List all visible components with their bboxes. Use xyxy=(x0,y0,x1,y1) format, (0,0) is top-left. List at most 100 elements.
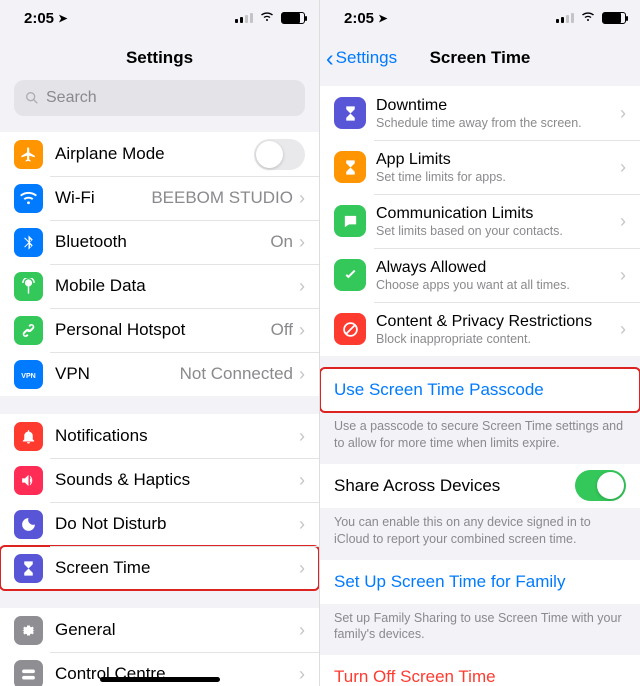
hourglass-icon xyxy=(14,554,43,583)
row-detail: On xyxy=(270,232,293,252)
row-sublabel: Block inappropriate content. xyxy=(376,332,620,346)
chevron-right-icon: › xyxy=(299,514,305,535)
screentime-row-communication-limits[interactable]: Communication LimitsSet limits based on … xyxy=(320,194,640,248)
passcode-footer: Use a passcode to secure Screen Time set… xyxy=(320,412,640,452)
row-label: Airplane Mode xyxy=(55,144,165,164)
settings-row-wi-fi[interactable]: Wi-Fi BEEBOM STUDIO › xyxy=(0,176,319,220)
chevron-right-icon: › xyxy=(620,103,626,124)
home-indicator[interactable] xyxy=(100,677,220,682)
share-devices-row: Share Across Devices xyxy=(320,464,640,508)
row-label: Downtime xyxy=(376,97,620,115)
navbar: ‹ Settings Screen Time xyxy=(320,36,640,80)
chevron-right-icon: › xyxy=(299,620,305,641)
chevron-right-icon: › xyxy=(299,558,305,579)
row-label: App Limits xyxy=(376,151,620,169)
chevron-right-icon: › xyxy=(299,364,305,385)
share-footer: You can enable this on any device signed… xyxy=(320,508,640,548)
chevron-right-icon: › xyxy=(620,211,626,232)
settings-screen: 2:05 ➤ Settings Search Airplane Mode Wi-F… xyxy=(0,0,320,686)
switches-icon xyxy=(14,660,43,686)
chevron-right-icon: › xyxy=(299,470,305,491)
wifi-icon xyxy=(259,11,275,26)
chevron-left-icon: ‹ xyxy=(326,47,334,70)
nosign-icon xyxy=(334,313,366,345)
search-input[interactable]: Search xyxy=(14,80,305,116)
screentime-row-downtime[interactable]: DowntimeSchedule time away from the scre… xyxy=(320,86,640,140)
status-bar: 2:05 ➤ xyxy=(0,0,319,36)
bluetooth-icon xyxy=(14,228,43,257)
row-label: Wi-Fi xyxy=(55,188,95,208)
row-sublabel: Set limits based on your contacts. xyxy=(376,224,620,238)
use-passcode-row[interactable]: Use Screen Time Passcode xyxy=(320,368,640,412)
location-icon: ➤ xyxy=(378,13,387,25)
settings-row-general[interactable]: General› xyxy=(0,608,319,652)
row-label: Content & Privacy Restrictions xyxy=(376,313,620,331)
chevron-right-icon: › xyxy=(299,320,305,341)
settings-row-bluetooth[interactable]: BluetoothOn› xyxy=(0,220,319,264)
back-button[interactable]: ‹ Settings xyxy=(326,47,397,70)
page-title: Screen Time xyxy=(430,48,531,68)
family-footer: Set up Family Sharing to use Screen Time… xyxy=(320,604,640,644)
antenna-icon xyxy=(14,272,43,301)
row-label: Communication Limits xyxy=(376,205,620,223)
row-label: Screen Time xyxy=(55,558,150,578)
moon-icon xyxy=(14,510,43,539)
battery-icon xyxy=(281,12,305,24)
check-icon xyxy=(334,259,366,291)
link-icon xyxy=(14,316,43,345)
speaker-icon xyxy=(14,466,43,495)
chevron-right-icon: › xyxy=(620,265,626,286)
settings-row-personal-hotspot[interactable]: Personal Hotspot Off › xyxy=(0,308,319,352)
vpn-icon xyxy=(14,360,43,389)
settings-row-vpn[interactable]: VPN Not Connected › xyxy=(0,352,319,396)
hourglass-icon xyxy=(334,151,366,183)
navbar: Settings xyxy=(0,36,319,80)
chevron-right-icon: › xyxy=(620,319,626,340)
bell-icon xyxy=(14,422,43,451)
chevron-right-icon: › xyxy=(299,276,305,297)
gear-icon xyxy=(14,616,43,645)
row-sublabel: Choose apps you want at all times. xyxy=(376,278,620,292)
share-devices-toggle[interactable] xyxy=(575,470,626,501)
row-label: VPN xyxy=(55,364,90,384)
row-detail: Off xyxy=(271,320,293,340)
screentime-row-always-allowed[interactable]: Always AllowedChoose apps you want at al… xyxy=(320,248,640,302)
row-label: Personal Hotspot xyxy=(55,320,185,340)
row-label: Do Not Disturb xyxy=(55,514,166,534)
wifi-icon xyxy=(580,11,596,26)
battery-icon xyxy=(602,12,626,24)
family-row[interactable]: Set Up Screen Time for Family xyxy=(320,560,640,604)
settings-row-airplane-mode[interactable]: Airplane Mode xyxy=(0,132,319,176)
screen-time-screen: 2:05 ➤ ‹ Settings Screen Time DowntimeSc… xyxy=(320,0,640,686)
signal-icon xyxy=(556,13,574,23)
row-label: Always Allowed xyxy=(376,259,620,277)
turn-off-row[interactable]: Turn Off Screen Time xyxy=(320,655,640,686)
row-label: Mobile Data xyxy=(55,276,146,296)
chevron-right-icon: › xyxy=(299,232,305,253)
row-detail: Not Connected xyxy=(180,364,293,384)
row-sublabel: Set time limits for apps. xyxy=(376,170,620,184)
location-icon: ➤ xyxy=(58,13,67,25)
screentime-row-content-privacy-restrictions[interactable]: Content & Privacy RestrictionsBlock inap… xyxy=(320,302,640,356)
settings-row-do-not-disturb[interactable]: Do Not Disturb › xyxy=(0,502,319,546)
bubble-icon xyxy=(334,205,366,237)
row-label: Notifications xyxy=(55,426,148,446)
settings-row-sounds-haptics[interactable]: Sounds & Haptics › xyxy=(0,458,319,502)
page-title: Settings xyxy=(126,48,193,68)
chevron-right-icon: › xyxy=(299,188,305,209)
row-label: Sounds & Haptics xyxy=(55,470,190,490)
toggle[interactable] xyxy=(254,139,305,170)
settings-row-mobile-data[interactable]: Mobile Data › xyxy=(0,264,319,308)
screentime-row-app-limits[interactable]: App LimitsSet time limits for apps.› xyxy=(320,140,640,194)
status-bar: 2:05 ➤ xyxy=(320,0,640,36)
settings-row-screen-time[interactable]: Screen Time › xyxy=(0,546,319,590)
chevron-right-icon: › xyxy=(299,664,305,685)
hourglass-icon xyxy=(334,97,366,129)
wifi-icon xyxy=(14,184,43,213)
signal-icon xyxy=(235,13,253,23)
row-detail: BEEBOM STUDIO xyxy=(151,188,293,208)
chevron-right-icon: › xyxy=(620,157,626,178)
row-sublabel: Schedule time away from the screen. xyxy=(376,116,620,130)
chevron-right-icon: › xyxy=(299,426,305,447)
settings-row-notifications[interactable]: Notifications › xyxy=(0,414,319,458)
